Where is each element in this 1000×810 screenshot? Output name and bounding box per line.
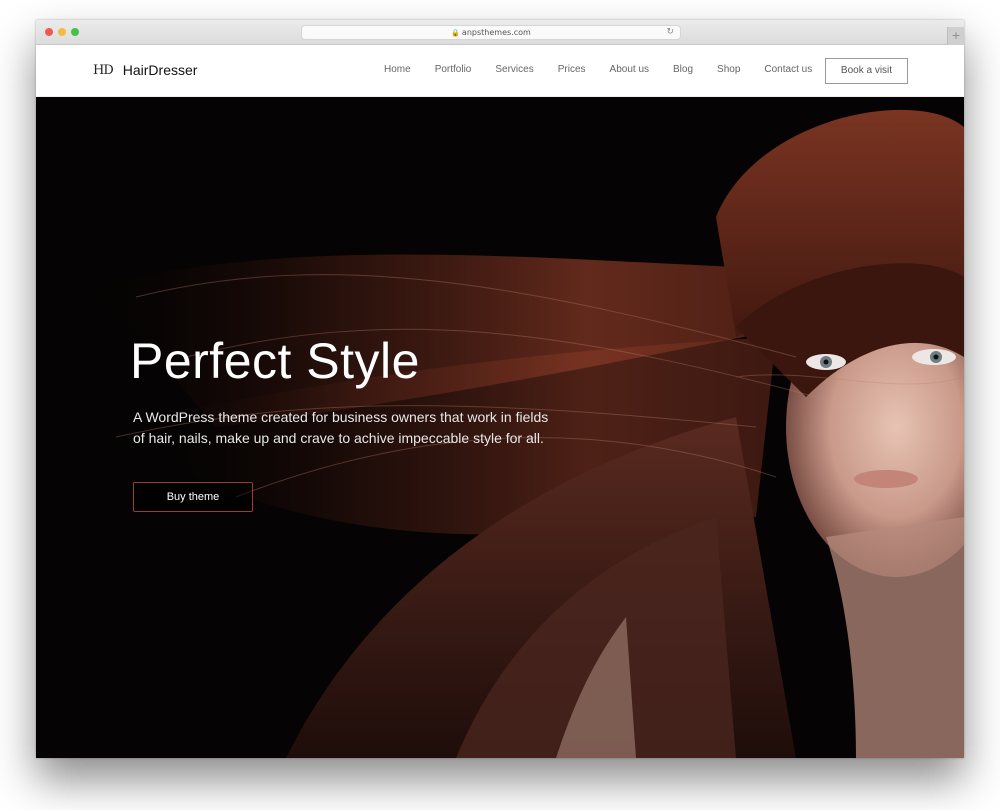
browser-window: 🔒 anpsthemes.com ↻ + HD HairDresser Home … xyxy=(36,20,964,758)
nav-item-home[interactable]: Home xyxy=(384,64,411,75)
hero-description: A WordPress theme created for business o… xyxy=(133,409,549,446)
nav-item-about-us[interactable]: About us xyxy=(610,64,649,75)
nav-item-portfolio[interactable]: Portfolio xyxy=(435,64,472,75)
browser-titlebar: 🔒 anpsthemes.com ↻ + xyxy=(36,20,964,45)
nav-item-services[interactable]: Services xyxy=(495,64,533,75)
nav-item-prices[interactable]: Prices xyxy=(558,64,586,75)
lock-icon: 🔒 xyxy=(451,29,460,37)
reload-icon[interactable]: ↻ xyxy=(666,26,674,39)
nav-item-contact-us[interactable]: Contact us xyxy=(764,64,812,75)
hero-title: Perfect Style xyxy=(130,333,420,389)
logo-text: HairDresser xyxy=(122,62,198,78)
nav-item-shop[interactable]: Shop xyxy=(717,64,740,75)
book-a-visit-button[interactable]: Book a visit xyxy=(825,58,908,84)
site-logo[interactable]: HD HairDresser xyxy=(93,62,197,78)
plus-icon: + xyxy=(951,29,961,42)
url-text: anpsthemes.com xyxy=(461,28,531,37)
site-header: HD HairDresser Home Portfolio Services P… xyxy=(36,45,964,97)
hero-section: Perfect Style A WordPress theme created … xyxy=(36,97,964,758)
close-window-button[interactable] xyxy=(45,28,53,36)
new-tab-button[interactable]: + xyxy=(947,27,964,45)
logo-mark: HD xyxy=(93,62,114,78)
address-bar[interactable]: 🔒 anpsthemes.com ↻ xyxy=(301,25,681,40)
minimize-window-button[interactable] xyxy=(58,28,66,36)
maximize-window-button[interactable] xyxy=(71,28,79,36)
nav-item-blog[interactable]: Blog xyxy=(673,64,693,75)
main-nav: Home Portfolio Services Prices About us … xyxy=(384,64,812,75)
buy-theme-button[interactable]: Buy theme xyxy=(133,482,253,512)
